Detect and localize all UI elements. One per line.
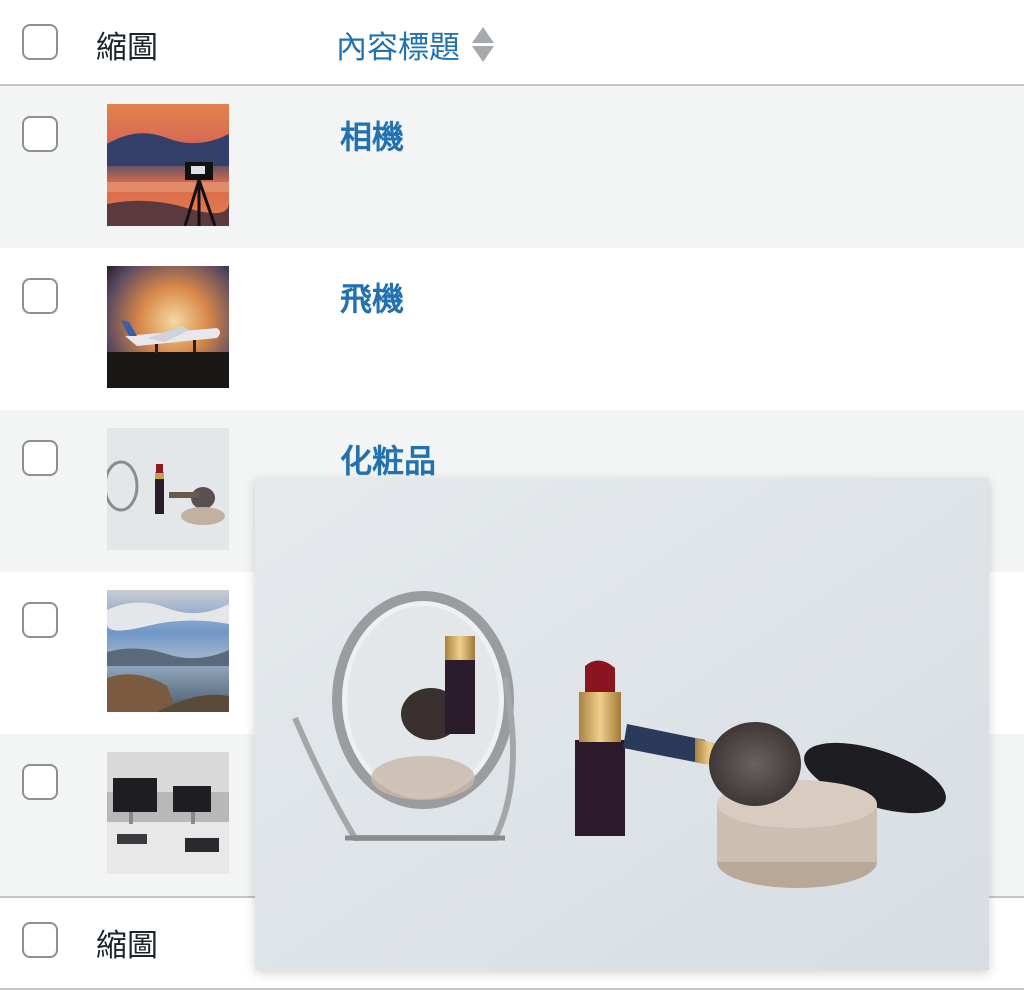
row-checkbox[interactable] [22,440,58,476]
column-header-thumbnail: 縮圖 [96,30,158,66]
thumbnail-image[interactable] [107,590,229,712]
row-checkbox[interactable] [22,602,58,638]
row-checkbox[interactable] [22,764,58,800]
row-title-link[interactable]: 飛機 [340,274,404,320]
cosmetics-photo [255,478,989,970]
thumbnail-image[interactable] [107,428,229,550]
row-title-link[interactable]: 化粧品 [340,436,436,482]
table-header: 縮圖 內容標題 [0,0,1024,86]
cosmetics-photo [107,428,229,550]
thumbnail-image[interactable] [107,104,229,226]
row-checkbox[interactable] [22,278,58,314]
thumbnail-hover-preview [255,478,989,970]
table-row: 相機 [0,86,1024,248]
row-title-link[interactable]: 相機 [340,112,404,158]
table-row: 飛機 [0,248,1024,410]
mountain-coast-photo [107,590,229,712]
camera-sunset-photo [107,104,229,226]
column-header-title-sort-link[interactable]: 內容標題 [336,22,494,67]
airplane-sunset-photo [107,266,229,388]
row-checkbox[interactable] [22,116,58,152]
sort-ascending-icon [472,27,494,43]
select-all-checkbox-footer[interactable] [22,922,58,958]
desk-workspace-photo [107,752,229,874]
column-header-title-label: 內容標題 [336,30,460,66]
select-all-checkbox[interactable] [22,24,58,60]
column-footer-thumbnail: 縮圖 [96,928,158,964]
sort-indicator-icon [472,27,494,62]
sort-descending-icon [472,46,494,62]
thumbnail-image[interactable] [107,752,229,874]
thumbnail-image[interactable] [107,266,229,388]
